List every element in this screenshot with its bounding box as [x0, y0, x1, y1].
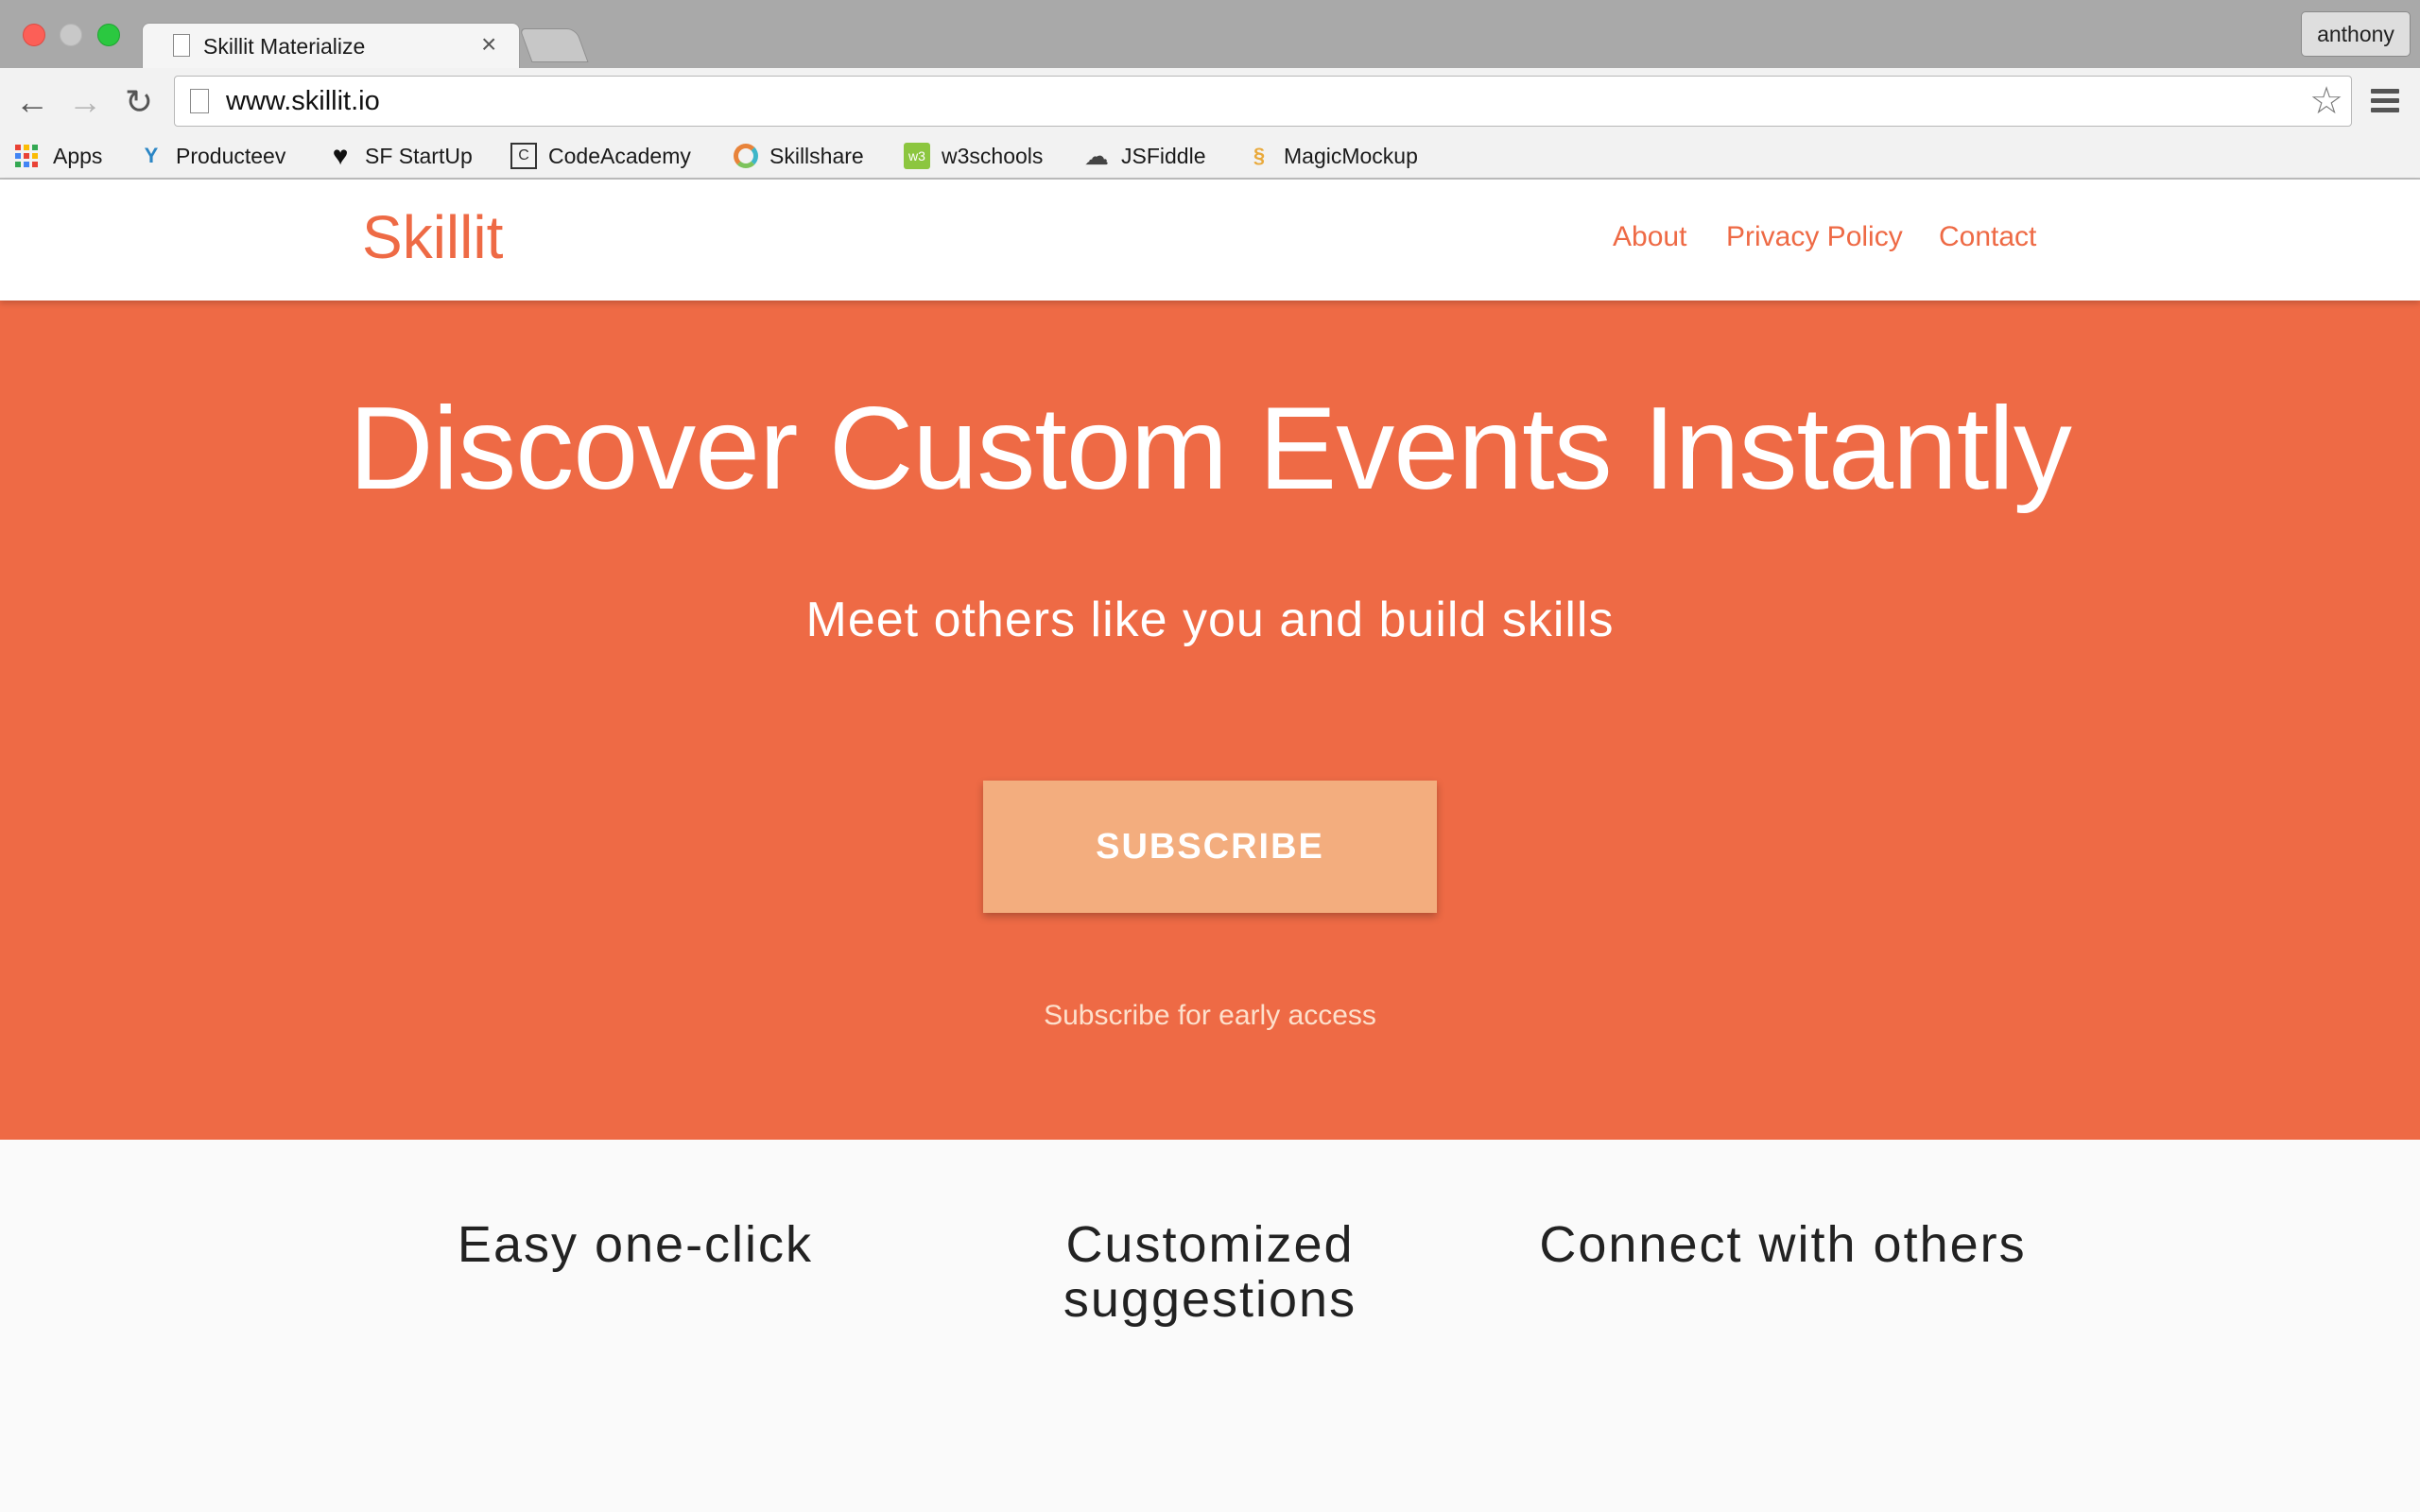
- tab-close-icon[interactable]: ×: [481, 31, 496, 58]
- nav-link-privacy-policy[interactable]: Privacy Policy: [1726, 221, 1903, 253]
- bookmark-label: CodeAcademy: [548, 143, 691, 168]
- hero-section: Discover Custom Events Instantly Meet ot…: [0, 301, 2420, 1140]
- page-icon: [190, 89, 209, 113]
- codeacademy-icon: C: [510, 143, 537, 169]
- browser-toolbar: ← → ↻ www.skillit.io ☆: [0, 68, 2420, 134]
- bookmark-label: w3schools: [942, 143, 1044, 168]
- features-section: Easy one-click Customized suggestions Co…: [0, 1140, 2420, 1512]
- browser-titlebar: Skillit Materialize × anthony: [0, 0, 2420, 68]
- minimize-window-button[interactable]: [60, 24, 82, 46]
- site-navbar: Skillit About Privacy Policy Contact: [0, 180, 2420, 301]
- bookmark-label: JSFiddle: [1121, 143, 1206, 168]
- close-window-button[interactable]: [23, 24, 45, 46]
- feature-customized-suggestions: Customized suggestions: [1063, 1216, 1357, 1328]
- feature-connect-with-others: Connect with others: [1539, 1216, 2027, 1273]
- nav-link-about[interactable]: About: [1613, 221, 1686, 253]
- magicmockup-icon: §: [1253, 144, 1266, 167]
- bookmark-label: Producteev: [176, 143, 286, 168]
- bookmark-sf-startup[interactable]: ♥ SF StartUp: [327, 140, 473, 172]
- profile-button[interactable]: anthony: [2301, 11, 2411, 57]
- apps-grid-icon: [15, 145, 38, 167]
- bookmark-magicmockup[interactable]: § MagicMockup: [1246, 140, 1418, 172]
- bookmark-label: Apps: [53, 143, 103, 168]
- producteev-icon: Y: [144, 144, 159, 167]
- skillshare-icon: [734, 144, 758, 168]
- tab-title: Skillit Materialize: [203, 34, 366, 59]
- new-tab-button[interactable]: [519, 28, 589, 62]
- maximize-window-button[interactable]: [97, 24, 120, 46]
- site-logo[interactable]: Skillit: [362, 202, 503, 272]
- browser-tab[interactable]: Skillit Materialize ×: [142, 23, 520, 68]
- hero-subtitle: Meet others like you and build skills: [805, 593, 1615, 647]
- hero-title: Discover Custom Events Instantly: [349, 384, 2072, 514]
- bookmark-label: MagicMockup: [1284, 143, 1418, 168]
- cloud-icon: ☁: [1084, 142, 1109, 170]
- bookmark-jsfiddle[interactable]: ☁ JSFiddle: [1083, 140, 1205, 172]
- early-access-note: Subscribe for early access: [1044, 1000, 1376, 1031]
- back-icon[interactable]: ←: [13, 83, 51, 121]
- forward-icon[interactable]: →: [66, 83, 104, 121]
- bookmark-codeacademy[interactable]: C CodeAcademy: [510, 140, 691, 172]
- hamburger-menu-icon[interactable]: [2371, 89, 2399, 113]
- address-bar[interactable]: www.skillit.io ☆: [174, 76, 2352, 127]
- w3schools-icon: w3: [904, 143, 930, 169]
- heart-icon: ♥: [332, 141, 349, 170]
- bookmark-label: SF StartUp: [365, 143, 473, 168]
- bookmark-apps[interactable]: Apps: [15, 140, 102, 172]
- feature-easy-one-click: Easy one-click: [457, 1216, 814, 1273]
- bookmark-producteev[interactable]: Y Producteev: [138, 140, 286, 172]
- nav-link-contact[interactable]: Contact: [1939, 221, 2036, 253]
- address-url[interactable]: www.skillit.io: [226, 86, 380, 117]
- bookmark-star-icon[interactable]: ☆: [2309, 80, 2343, 122]
- subscribe-button[interactable]: SUBSCRIBE: [983, 781, 1437, 913]
- bookmark-skillshare[interactable]: Skillshare: [734, 140, 864, 172]
- bookmarks-bar: Apps Y Producteev ♥ SF StartUp C CodeAca…: [0, 134, 2420, 180]
- reload-icon[interactable]: ↻: [120, 83, 158, 121]
- page-favicon-icon: [173, 34, 190, 57]
- bookmark-label: Skillshare: [769, 143, 864, 168]
- bookmark-w3schools[interactable]: w3 w3schools: [904, 140, 1043, 172]
